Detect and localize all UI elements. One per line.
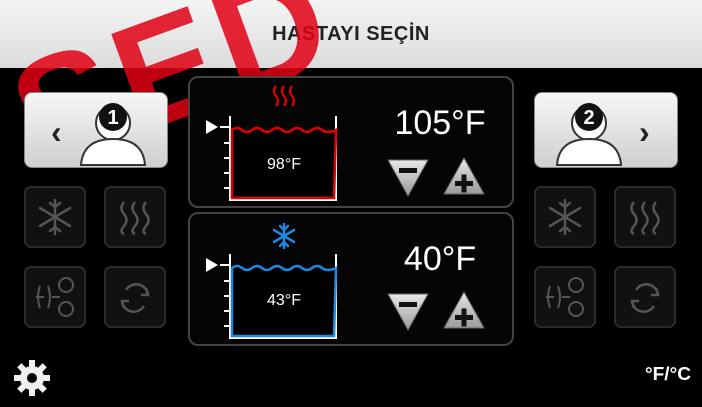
setpoint-temperature: 40°F — [403, 240, 477, 278]
patient-number: 2 — [583, 107, 594, 129]
person-icon: 2 › — [555, 103, 650, 166]
right-cool-mode-button[interactable] — [534, 186, 596, 248]
cycle-icon — [120, 283, 150, 313]
right-gradient-mode-button[interactable] — [534, 266, 596, 328]
person-icon: ‹ 1 — [51, 103, 147, 166]
decrease-button[interactable] — [386, 290, 430, 332]
heat-waves-icon — [630, 201, 660, 236]
unit-toggle-button[interactable]: °F/°C — [642, 360, 694, 400]
gear-icon[interactable] — [12, 358, 52, 398]
increase-button[interactable] — [442, 156, 486, 198]
page-title: HASTAYI SEÇİN — [272, 22, 430, 45]
snowflake-icon — [38, 198, 72, 236]
left-heat-mode-button[interactable] — [104, 186, 166, 248]
unit-label: °F/°C — [645, 364, 691, 384]
previous-arrow: ‹ — [51, 114, 62, 150]
patient-1-button[interactable]: ‹ 1 — [24, 92, 168, 168]
left-cool-mode-button[interactable] — [24, 186, 86, 248]
patient-number: 1 — [107, 107, 118, 129]
unit-icon: °F/°C — [645, 364, 691, 384]
left-cycle-mode-button[interactable] — [104, 266, 166, 328]
current-temperature: 43°F — [267, 292, 301, 309]
gradient-icon — [546, 277, 584, 317]
current-temperature: 98°F — [267, 156, 301, 173]
gradient-icon — [36, 277, 74, 317]
patient-2-button[interactable]: 2 › — [534, 92, 678, 168]
heating-channel-panel: 98°F 105°F — [188, 76, 514, 208]
next-arrow: › — [639, 114, 650, 150]
right-heat-mode-button[interactable] — [614, 186, 676, 248]
setpoint-temperature: 105°F — [394, 104, 486, 142]
cycle-icon — [630, 283, 660, 313]
right-cycle-mode-button[interactable] — [614, 266, 676, 328]
heat-waves-icon — [120, 201, 150, 236]
decrease-button[interactable] — [386, 156, 430, 198]
left-gradient-mode-button[interactable] — [24, 266, 86, 328]
increase-button[interactable] — [442, 290, 486, 332]
page-header: HASTAYI SEÇİN — [0, 0, 702, 68]
cooling-channel-panel: 43°F 40°F — [188, 212, 514, 346]
snowflake-icon — [548, 198, 582, 236]
